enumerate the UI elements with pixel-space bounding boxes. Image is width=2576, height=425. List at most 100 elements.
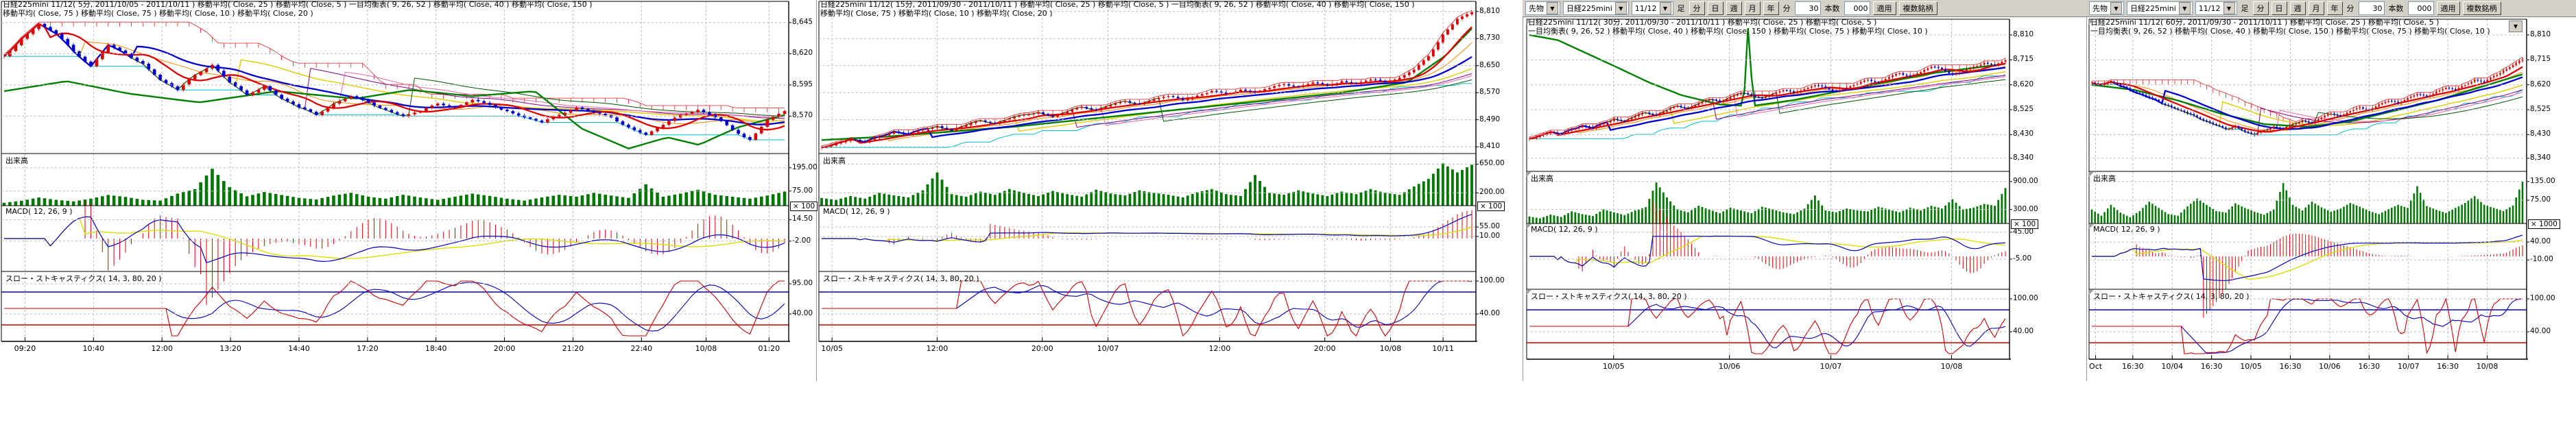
stoch-axis-label: 100.00 — [2530, 294, 2555, 302]
chart-title-line1: 日経225mini 11/12( 30分, 2011/09/30 - 2011/… — [1528, 18, 1876, 27]
contract-month-dropdown[interactable]: 11/12▼ — [1632, 1, 1673, 15]
macd-axis-label: -10.00 — [2530, 255, 2553, 263]
bars-label: 本数 — [1824, 3, 1841, 14]
macd-axis-label: 14.50 — [792, 215, 813, 223]
multi-symbol-button[interactable]: 複数銘柄 — [1899, 1, 1937, 15]
macd-axis-label: 10.00 — [1479, 232, 1500, 240]
pane-resize-handle[interactable] — [1526, 290, 1531, 295]
time-axis-label: 10/08 — [1380, 344, 1402, 353]
apply-button[interactable]: 適用 — [2437, 1, 2460, 15]
period-button-1[interactable]: 日 — [2271, 1, 2287, 15]
chart-panel-15min[interactable]: 8,8108,7308,6508,5708,4908,410650.00200.… — [816, 0, 1523, 411]
time-axis-label: 10/08 — [1941, 362, 1963, 371]
dropdown-arrow-icon[interactable]: ▼ — [2179, 2, 2191, 14]
period-button-2[interactable]: 週 — [2290, 1, 2306, 15]
volume-scale-box: × 100 — [790, 202, 818, 211]
period-button-0[interactable]: 分 — [2253, 1, 2269, 15]
volume-axis-label: 300.00 — [2013, 205, 2038, 213]
time-axis-label: 20:00 — [1314, 344, 1336, 353]
price-axis-label: 8,570 — [1479, 88, 1500, 96]
bars-value-spinner[interactable]: 000 — [2408, 1, 2434, 15]
volume-pane-label: 出来高 — [2093, 173, 2116, 184]
period-button-0[interactable]: 分 — [1689, 1, 1705, 15]
macd-pane-label: MACD( 12, 26, 9 ) — [5, 207, 73, 216]
dropdown-arrow-icon[interactable]: ▼ — [1547, 2, 1558, 14]
price-axis-label: 8,340 — [2013, 154, 2034, 162]
pane-resize-handle[interactable] — [2088, 224, 2094, 230]
time-axis-label: 10:40 — [82, 344, 104, 353]
price-axis-label: 8,430 — [2013, 130, 2034, 138]
price-axis-label: 8,430 — [2530, 130, 2551, 138]
multi-symbol-button[interactable]: 複数銘柄 — [2463, 1, 2501, 15]
stochastics-pane-label: スロー・ストキャスティクス( 14, 3, 80, 20 ) — [2093, 291, 2250, 302]
macd-axis-label: -5.00 — [2013, 254, 2031, 263]
price-axis-label: 8,715 — [2530, 55, 2551, 63]
macd-pane-label: MACD( 12, 26, 9 ) — [2093, 225, 2160, 234]
chart-canvas[interactable] — [816, 0, 1523, 384]
pane-resize-handle[interactable] — [2088, 290, 2094, 295]
time-axis-label: 10/11 — [1432, 344, 1454, 353]
price-axis-label: 8,490 — [1479, 115, 1500, 123]
pane-resize-handle[interactable] — [1526, 172, 1531, 178]
chart-panel-60min[interactable]: 8,8108,7158,6208,5258,4308,340135.0075.0… — [2086, 0, 2576, 411]
time-axis-label: 22:40 — [630, 344, 652, 353]
time-axis-label: 16:30 — [2280, 362, 2302, 371]
time-axis-label: 21:20 — [562, 344, 584, 353]
volume-axis-label: 75.00 — [792, 186, 813, 195]
volume-axis-label: 75.00 — [2530, 195, 2551, 204]
volume-axis-label: 135.00 — [2530, 177, 2555, 185]
dropdown-arrow-icon[interactable]: ▼ — [2223, 2, 2235, 14]
symbol-type-dropdown[interactable]: 先物▼ — [1525, 1, 1560, 15]
volume-axis-label: 200.00 — [1479, 188, 1505, 196]
symbol-dropdown[interactable]: 日経225mini▼ — [1563, 1, 1629, 15]
bars-value-spinner[interactable]: 000 — [1844, 1, 1870, 15]
period-button-3[interactable]: 月 — [2309, 1, 2324, 15]
apply-button[interactable]: 適用 — [1873, 1, 1896, 15]
chart-panel-5min[interactable]: 8,6458,6208,5958,570195.0075.0014.50-2.0… — [0, 0, 816, 411]
period-button-4[interactable]: 年 — [2327, 1, 2343, 15]
pane-resize-handle[interactable] — [1526, 20, 1531, 25]
dropdown-arrow-icon[interactable]: ▼ — [2110, 2, 2122, 14]
period-button-4[interactable]: 年 — [1763, 1, 1779, 15]
pane-resize-handle[interactable] — [1526, 224, 1531, 230]
volume-pane-label: 出来高 — [5, 155, 28, 166]
time-axis-label: 12:00 — [927, 344, 949, 353]
charting-workspace: 8,6458,6208,5958,570195.0075.0014.50-2.0… — [0, 0, 2576, 425]
time-axis-label: 16:30 — [2437, 362, 2459, 371]
price-axis-label: 8,810 — [2530, 30, 2551, 38]
pane-resize-handle[interactable] — [2088, 20, 2094, 25]
chart-title-line2: 移動平均( Close, 75 ) 移動平均( Close, 10 ) 移動平均… — [820, 9, 1053, 18]
time-axis-label: 10/08 — [2477, 362, 2499, 371]
price-axis-label: 8,650 — [1479, 61, 1500, 69]
chart-title-line1: 日経225mini 11/12( 60分, 2011/09/30 - 2011/… — [2090, 18, 2439, 27]
volume-axis-label: 900.00 — [2013, 177, 2038, 185]
macd-pane-label: MACD( 12, 26, 9 ) — [1531, 225, 1598, 234]
price-axis-label: 8,730 — [1479, 34, 1500, 42]
macd-pane-label: MACD( 12, 26, 9 ) — [823, 207, 890, 216]
period-button-3[interactable]: 月 — [1745, 1, 1761, 15]
contract-month-dropdown[interactable]: 11/12▼ — [2195, 1, 2237, 15]
minute-value-spinner[interactable]: 30 — [1795, 1, 1821, 15]
time-axis-label: 14:40 — [288, 344, 310, 353]
chart-canvas[interactable] — [0, 0, 816, 384]
pane-resize-handle[interactable] — [2088, 172, 2094, 178]
stochastics-pane-label: スロー・ストキャスティクス( 14, 3, 80, 20 ) — [1531, 291, 1687, 302]
chart-canvas[interactable] — [1523, 0, 2086, 384]
dropdown-arrow-icon[interactable]: ▼ — [1660, 2, 1671, 14]
chart-panel-30min[interactable]: 8,8108,7158,6208,5258,4308,340900.00300.… — [1523, 0, 2086, 411]
chart-options-dropdown[interactable]: ▼ — [2509, 21, 2523, 32]
minute-unit-label: 分 — [1782, 3, 1792, 14]
time-axis-label: 16:30 — [2122, 362, 2144, 371]
period-button-2[interactable]: 週 — [1726, 1, 1742, 15]
time-axis-label: 16:30 — [2201, 362, 2223, 371]
dropdown-arrow-icon[interactable]: ▼ — [1615, 2, 1627, 14]
minute-value-spinner[interactable]: 30 — [2359, 1, 2385, 15]
period-button-1[interactable]: 日 — [1708, 1, 1724, 15]
time-axis-label: Oct — [2089, 362, 2102, 371]
time-axis-label: 16:30 — [2358, 362, 2380, 371]
symbol-dropdown[interactable]: 日経225mini▼ — [2127, 1, 2193, 15]
price-axis-label: 8,620 — [2013, 80, 2034, 88]
symbol-type-dropdown[interactable]: 先物▼ — [2089, 1, 2124, 15]
time-axis-label: 20:00 — [494, 344, 516, 353]
chart-canvas[interactable] — [2086, 0, 2576, 384]
